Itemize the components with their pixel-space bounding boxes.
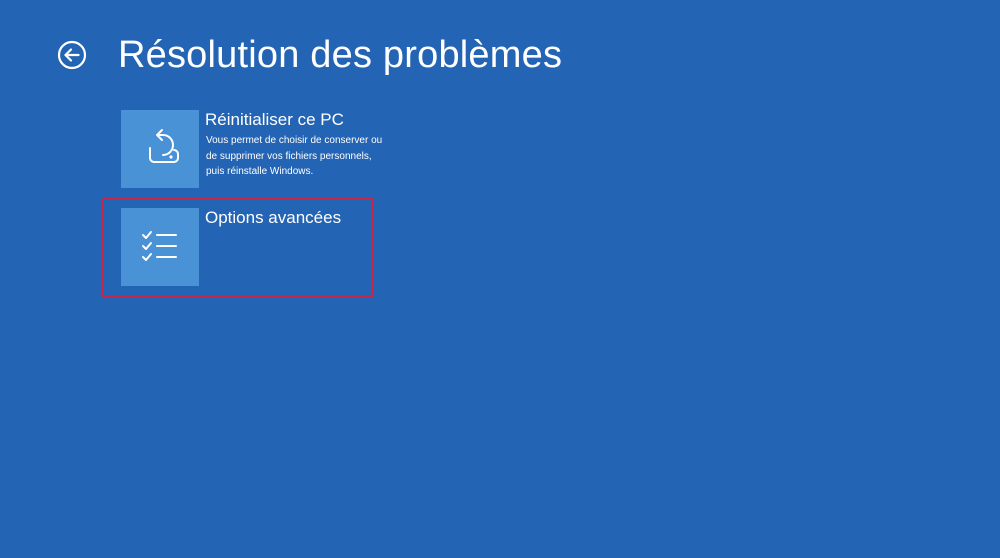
reset-pc-description: Vous permet de choisir de conserver ou d… bbox=[206, 135, 383, 177]
advanced-options-tile-icon bbox=[121, 208, 199, 286]
page-title: Résolution des problèmes bbox=[118, 34, 563, 76]
advanced-options-option[interactable]: Options avancées bbox=[121, 208, 401, 288]
advanced-options-title: Options avancées bbox=[205, 208, 342, 227]
reset-pc-option[interactable]: Réinitialiser ce PC Vous permet de chois… bbox=[121, 110, 401, 190]
checklist-icon bbox=[142, 231, 177, 261]
reset-pc-title: Réinitialiser ce PC bbox=[205, 110, 344, 129]
reset-pc-tile-icon bbox=[121, 110, 199, 188]
reset-pc-icon bbox=[149, 129, 179, 163]
back-arrow-circle-icon bbox=[57, 40, 87, 70]
back-button[interactable] bbox=[56, 38, 90, 72]
